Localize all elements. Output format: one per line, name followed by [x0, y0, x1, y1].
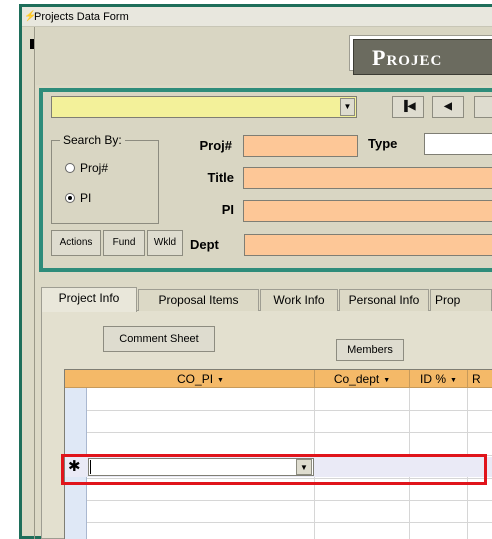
radio-pi-label: PI — [80, 191, 92, 205]
column-header-co-pi[interactable]: CO_PI ▼ — [87, 370, 315, 388]
tab-project-info[interactable]: Project Info — [41, 287, 137, 312]
column-header-label: CO_PI — [177, 372, 214, 386]
wkld-button[interactable]: Wkld — [147, 230, 183, 256]
grid-line — [87, 500, 492, 501]
tab-personal-info[interactable]: Personal Info — [339, 289, 429, 311]
dept-field[interactable] — [244, 234, 492, 256]
actions-button[interactable]: Actions — [51, 230, 101, 256]
type-label: Type — [368, 136, 398, 151]
sort-arrow-icon[interactable]: ▼ — [383, 377, 390, 384]
proj-label: Proj# — [199, 138, 232, 153]
column-header-co-dept[interactable]: Co_dept ▼ — [315, 370, 410, 388]
title-label: Title — [207, 170, 235, 185]
column-header-label: Co_dept — [333, 372, 380, 386]
column-header-id-pct[interactable]: ID % ▼ — [410, 370, 468, 388]
tab-work-info[interactable]: Work Info — [260, 289, 338, 311]
radio-icon — [65, 163, 75, 173]
column-header-label: ID % — [420, 372, 447, 386]
next-record-button[interactable] — [474, 96, 492, 118]
fund-button[interactable]: Fund — [103, 230, 145, 256]
record-selector-bar — [34, 27, 35, 539]
column-header-r[interactable]: R — [468, 370, 492, 388]
chevron-down-icon[interactable]: ▼ — [340, 98, 355, 116]
tab-strip: Project Info Proposal Items Work Info Pe… — [41, 287, 492, 312]
dept-label: Dept — [190, 237, 219, 252]
radio-proj[interactable]: Proj# — [65, 160, 108, 176]
record-lookup-combo[interactable] — [51, 96, 357, 118]
grid-line — [87, 432, 492, 433]
banner-title: Projec — [372, 45, 443, 70]
grid-line — [87, 410, 492, 411]
first-record-button[interactable]: ▐◀ — [392, 96, 424, 118]
pi-label: PI — [221, 202, 234, 217]
datasheet-header: CO_PI ▼ Co_dept ▼ ID % ▼ R — [65, 370, 492, 388]
search-by-label: Search By: — [60, 132, 125, 148]
search-by-group — [51, 140, 159, 224]
record-pointer-icon — [30, 39, 34, 49]
members-button[interactable]: Members — [336, 339, 404, 361]
window-title: Projects Data Form — [34, 11, 129, 23]
radio-pi[interactable]: PI — [65, 190, 91, 206]
highlight-box — [61, 454, 487, 485]
tab-prop[interactable]: Prop — [430, 289, 492, 311]
tab-proposal-items[interactable]: Proposal Items — [138, 289, 259, 311]
radio-selected-icon — [65, 193, 75, 203]
title-field[interactable] — [243, 167, 492, 189]
type-field[interactable] — [424, 133, 492, 155]
form-icon: ⚡ — [24, 11, 37, 22]
radio-proj-label: Proj# — [80, 161, 109, 175]
sort-arrow-icon[interactable]: ▼ — [450, 377, 457, 384]
proj-field[interactable] — [243, 135, 358, 157]
sort-arrow-icon[interactable]: ▼ — [217, 377, 224, 384]
grid-line — [87, 522, 492, 523]
comment-sheet-button[interactable]: Comment Sheet — [103, 326, 215, 352]
previous-record-button[interactable]: ◀ — [432, 96, 464, 118]
pi-field[interactable] — [243, 200, 492, 222]
